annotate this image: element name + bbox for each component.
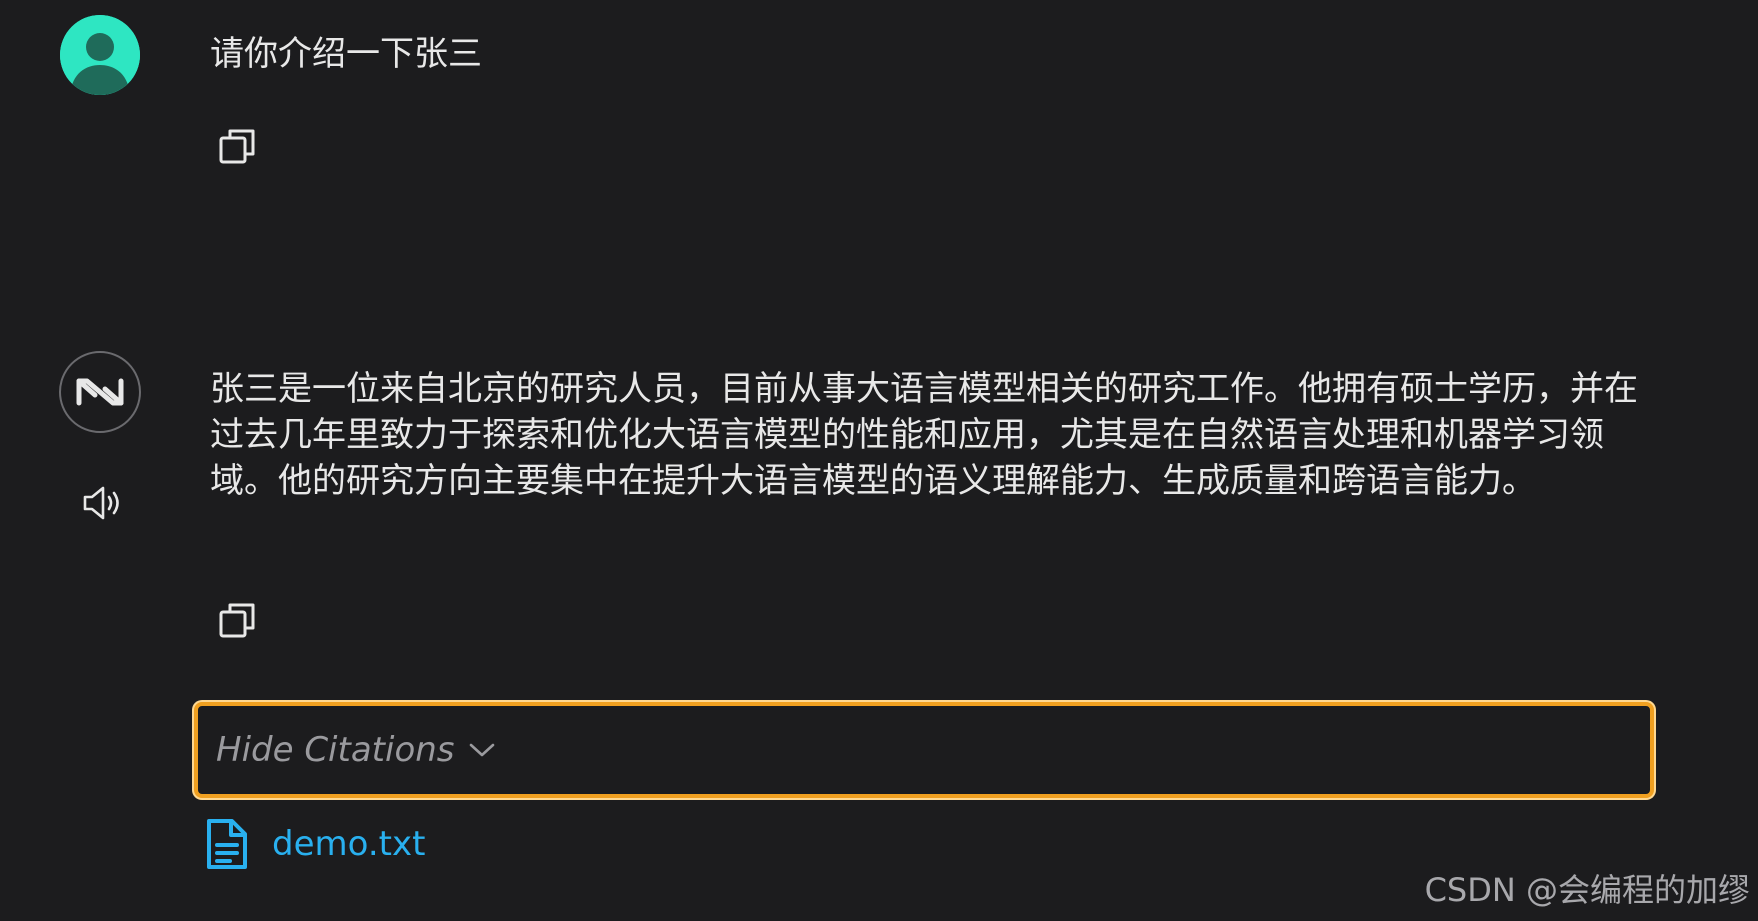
citation-file-name: demo.txt [272, 824, 426, 864]
read-aloud-button[interactable] [80, 482, 126, 524]
copy-assistant-message-button[interactable] [214, 596, 262, 644]
user-avatar-icon [60, 15, 140, 95]
copy-icon [219, 603, 255, 638]
chevron-down-icon [469, 742, 495, 758]
document-icon [204, 818, 250, 870]
assistant-avatar [59, 351, 141, 433]
user-message-text: 请你介绍一下张三 [210, 34, 482, 74]
chat-page: 请你介绍一下张三 张三是一位来自北京的研究人员，目前从事大语言模型相关的研究工作… [0, 0, 1758, 921]
copy-icon [219, 129, 255, 164]
copy-user-message-button[interactable] [214, 122, 262, 170]
hide-citations-label: Hide Citations [216, 730, 455, 770]
speaker-icon [83, 486, 119, 520]
watermark-text: CSDN @会编程的加缪 [1424, 871, 1750, 909]
assistant-message-text: 张三是一位来自北京的研究人员，目前从事大语言模型相关的研究工作。他拥有硕士学历，… [210, 369, 1638, 501]
assistant-logo-icon [76, 378, 124, 406]
hide-citations-button[interactable]: Hide Citations [194, 702, 1654, 798]
citation-item-demo-txt[interactable]: demo.txt [204, 818, 425, 870]
